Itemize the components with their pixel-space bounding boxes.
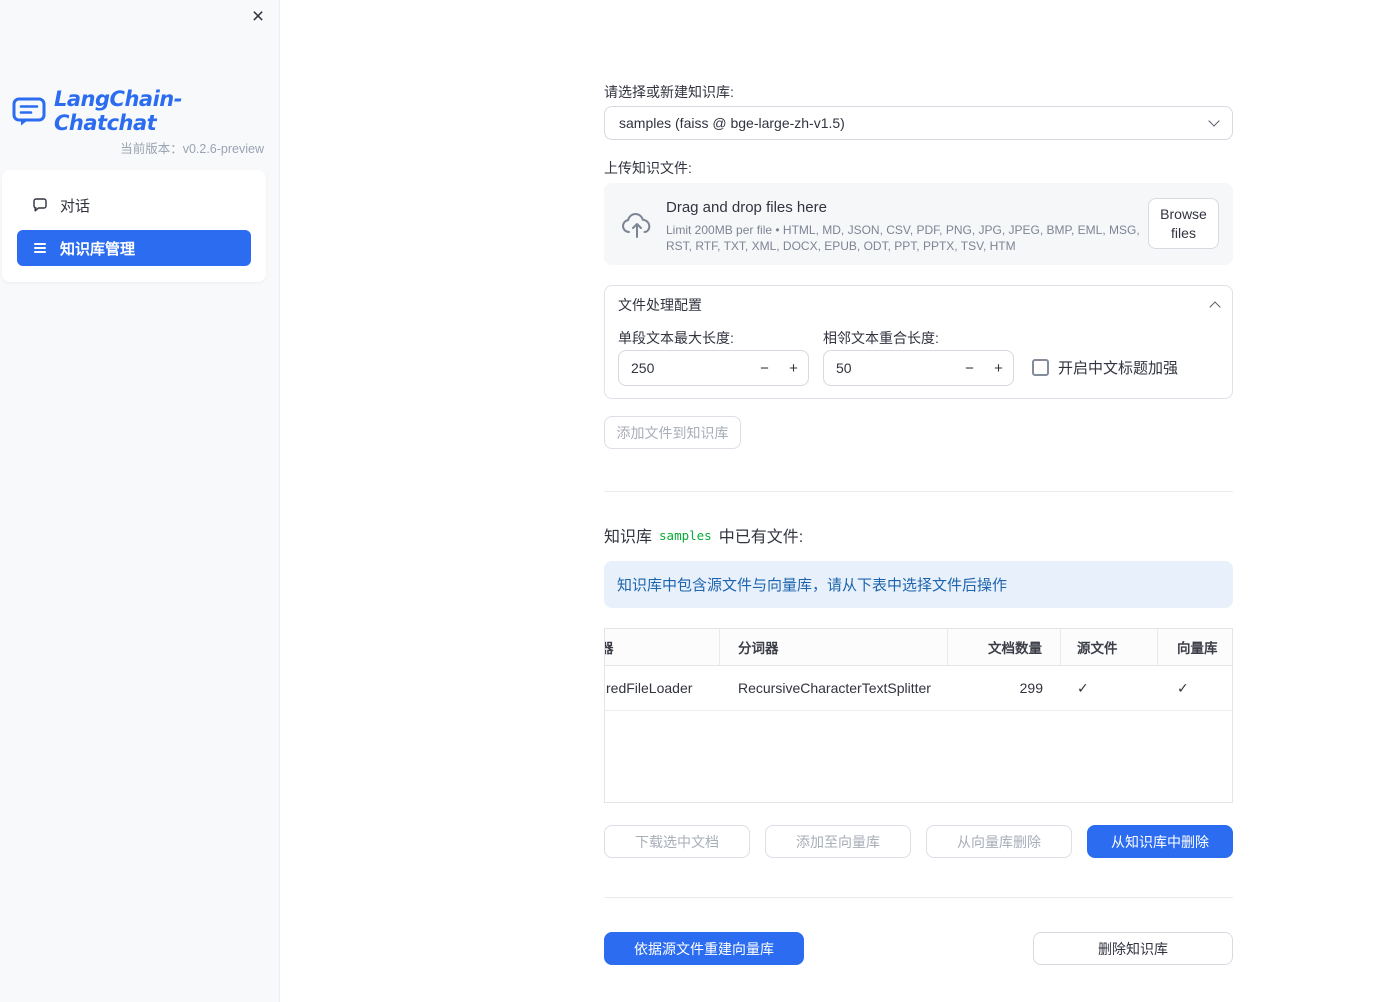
col-header-text: 器: [605, 637, 614, 657]
col-header-text: 分词器: [738, 641, 779, 656]
check-icon: ✓: [1177, 679, 1189, 696]
col-header-splitter[interactable]: 分词器: [720, 629, 948, 665]
col-header-text: 向量库: [1177, 641, 1218, 656]
overlap-label: 相邻文本重合长度:: [823, 330, 939, 346]
cell-doc-count: 299: [948, 666, 1061, 710]
expander-header[interactable]: 文件处理配置: [605, 286, 1232, 324]
rebuild-vector-store-button[interactable]: 依据源文件重建向量库: [604, 932, 804, 965]
logo-chat-icon: [12, 97, 46, 126]
col-header-source-file[interactable]: 源文件: [1061, 629, 1158, 665]
col-header-doc-count[interactable]: 文档数量: [948, 629, 1061, 665]
cell-vector-store-check: ✓: [1158, 666, 1232, 710]
existing-files-heading: 知识库 samples 中已有文件:: [604, 523, 803, 547]
max-length-input[interactable]: 250 − +: [618, 350, 809, 386]
menu-list-icon: [32, 240, 48, 256]
sidebar: × LangChain-Chatchat 当前版本：v0.2.6-preview…: [0, 0, 280, 1002]
delete-kb-button[interactable]: 删除知识库: [1033, 932, 1233, 965]
cell-source-file-check: ✓: [1061, 666, 1158, 710]
table-header-row: 器 分词器 文档数量 源文件 向量库: [605, 629, 1232, 666]
delete-from-kb-button[interactable]: 从知识库中删除: [1087, 825, 1233, 858]
sidebar-item-dialogue[interactable]: 对话: [17, 186, 251, 224]
max-length-label: 单段文本最大长度:: [618, 330, 734, 346]
col-header-text: 源文件: [1077, 641, 1118, 656]
divider: [604, 491, 1233, 492]
divider: [604, 897, 1233, 898]
files-table: 器 分词器 文档数量 源文件 向量库 redFileLoader Recursi…: [604, 628, 1233, 803]
logo-text: LangChain-Chatchat: [54, 87, 182, 135]
delete-from-vector-store-button[interactable]: 从向量库删除: [926, 825, 1072, 858]
add-to-vector-store-button[interactable]: 添加至向量库: [765, 825, 911, 858]
minus-button[interactable]: −: [750, 351, 779, 385]
checkbox-icon[interactable]: [1032, 359, 1049, 376]
cell-text: RecursiveCharacterTextSplitter: [738, 680, 931, 696]
check-icon: ✓: [1077, 679, 1089, 696]
max-length-value[interactable]: 250: [619, 360, 750, 376]
sidebar-menu: 对话 知识库管理: [2, 170, 266, 282]
sidebar-item-label: 对话: [60, 197, 91, 215]
overlap-value[interactable]: 50: [824, 360, 955, 376]
download-selected-button[interactable]: 下载选中文档: [604, 825, 750, 858]
upload-limit-text: Limit 200MB per file • HTML, MD, JSON, C…: [666, 223, 1140, 253]
col-header-loader[interactable]: 器: [605, 629, 720, 665]
chinese-title-enhance-checkbox[interactable]: 开启中文标题加强: [1032, 357, 1178, 378]
kb-select-value: samples (faiss @ bge-large-zh-v1.5): [619, 115, 845, 131]
kb-select-label: 请选择或新建知识库:: [604, 84, 734, 100]
heading-prefix: 知识库: [604, 529, 653, 546]
chat-bubble-icon: [32, 197, 48, 213]
heading-suffix: 中已有文件:: [718, 529, 804, 546]
drag-drop-text: Drag and drop files here: [666, 199, 827, 216]
sidebar-item-label: 知识库管理: [60, 240, 136, 258]
table-row[interactable]: redFileLoader RecursiveCharacterTextSpli…: [605, 666, 1232, 711]
minus-button[interactable]: −: [955, 351, 984, 385]
browse-files-button[interactable]: Browse files: [1148, 198, 1219, 249]
app-logo: LangChain-Chatchat: [12, 87, 279, 135]
version-label: 当前版本：v0.2.6-preview: [120, 142, 264, 156]
expander-title: 文件处理配置: [618, 297, 702, 313]
main-content: 请选择或新建知识库: samples (faiss @ bge-large-zh…: [604, 0, 1234, 1002]
add-files-to-kb-button[interactable]: 添加文件到知识库: [604, 416, 741, 449]
file-config-expander: 文件处理配置 单段文本最大长度: 相邻文本重合长度: 250 − + 50 − …: [604, 285, 1233, 399]
plus-button[interactable]: +: [984, 351, 1013, 385]
col-header-text: 文档数量: [988, 641, 1042, 656]
chevron-up-icon: [1209, 301, 1221, 313]
overlap-input[interactable]: 50 − +: [823, 350, 1014, 386]
kb-name-code: samples: [659, 527, 712, 543]
info-banner: 知识库中包含源文件与向量库，请从下表中选择文件后操作: [604, 561, 1233, 608]
plus-button[interactable]: +: [779, 351, 808, 385]
file-uploader-dropzone[interactable]: Drag and drop files here Limit 200MB per…: [604, 183, 1233, 265]
close-icon[interactable]: ×: [245, 4, 271, 30]
cell-splitter: RecursiveCharacterTextSplitter: [720, 666, 948, 710]
col-header-vector-store[interactable]: 向量库: [1158, 629, 1232, 665]
chevron-down-icon: [1208, 115, 1220, 127]
sidebar-item-kb-management[interactable]: 知识库管理: [17, 230, 251, 266]
kb-select[interactable]: samples (faiss @ bge-large-zh-v1.5): [604, 106, 1233, 140]
upload-cloud-icon: [621, 211, 653, 244]
upload-label: 上传知识文件:: [604, 160, 692, 176]
cell-text: 299: [1019, 680, 1043, 696]
info-text: 知识库中包含源文件与向量库，请从下表中选择文件后操作: [617, 577, 1008, 594]
cell-loader: redFileLoader: [605, 666, 720, 710]
cell-text: redFileLoader: [606, 680, 693, 696]
checkbox-label: 开启中文标题加强: [1058, 360, 1179, 377]
